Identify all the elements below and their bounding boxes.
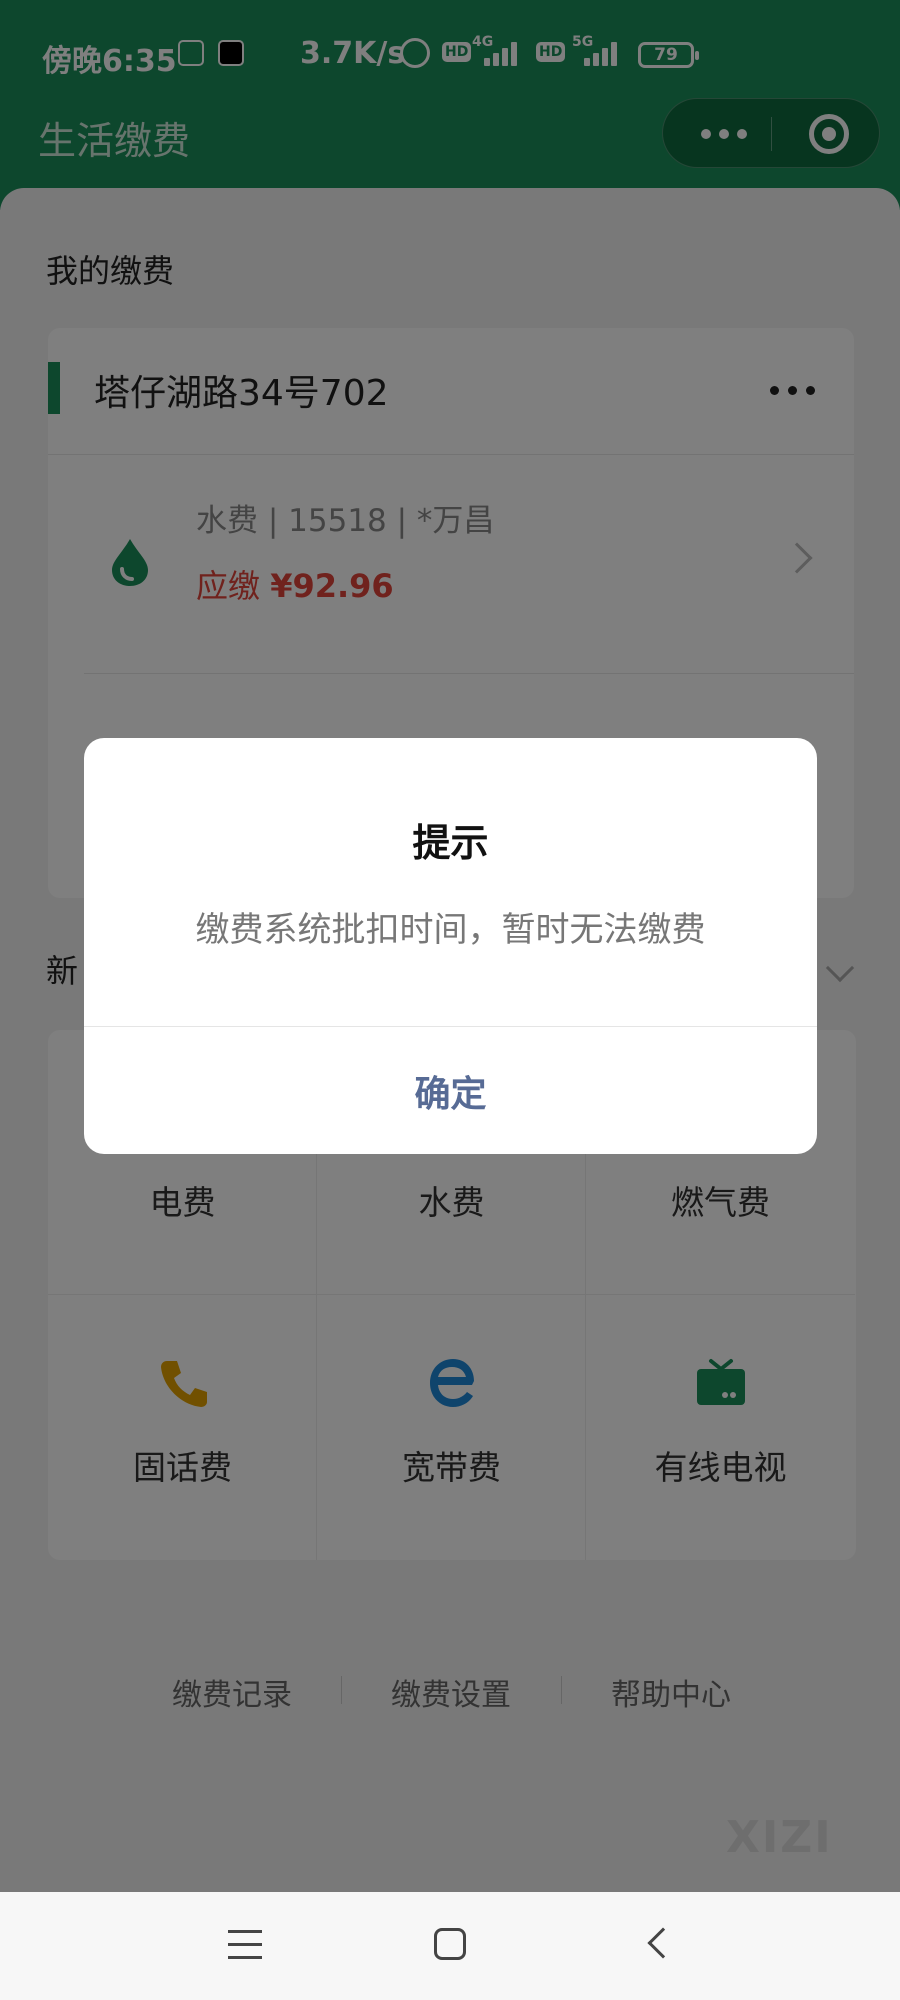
home-icon[interactable]	[434, 1928, 466, 1960]
dialog-title: 提示	[412, 821, 489, 865]
menu-icon[interactable]	[228, 1930, 262, 1960]
dialog-message: 缴费系统批扣时间，暂时无法缴费	[195, 910, 706, 950]
back-icon[interactable]	[647, 1927, 679, 1959]
alert-dialog: 提示 缴费系统批扣时间，暂时无法缴费 确定	[84, 738, 817, 1154]
confirm-button[interactable]: 确定	[84, 1027, 817, 1154]
system-navigation-bar	[0, 1892, 900, 2000]
